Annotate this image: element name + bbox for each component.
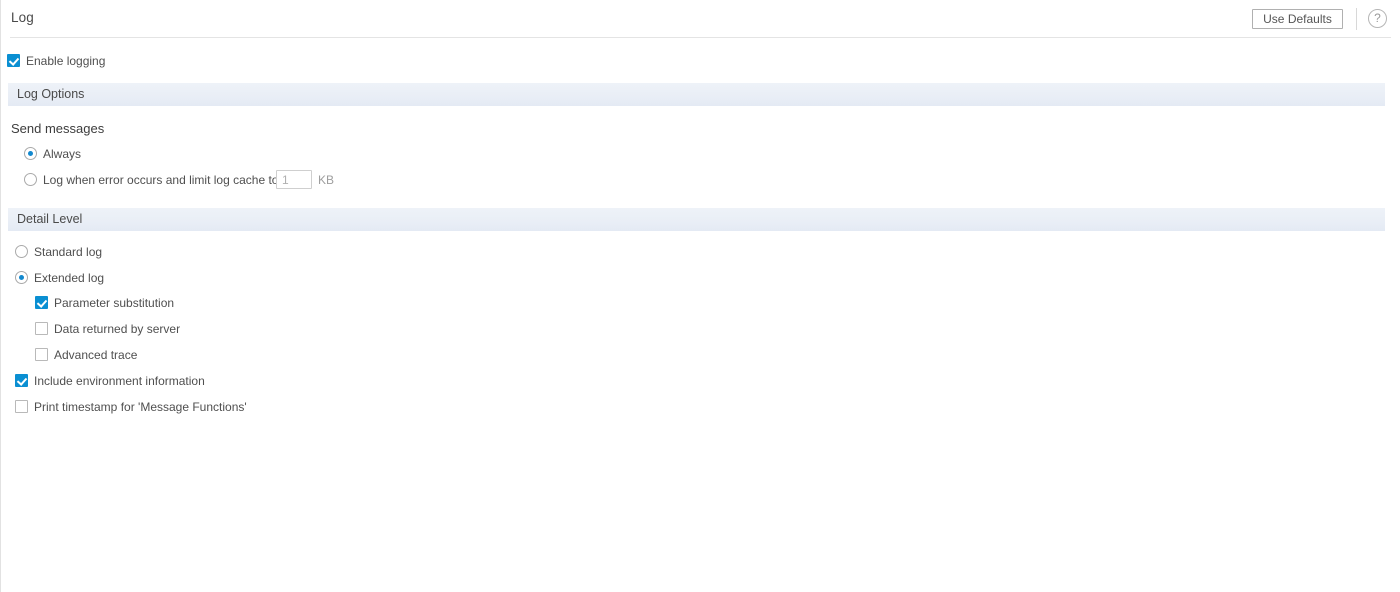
header-separator [10,37,1391,38]
checkbox-data-returned-by-server-label: Data returned by server [54,322,181,336]
checkbox-advanced-trace-label: Advanced trace [54,348,138,362]
radio-extended-log-label: Extended log [34,271,105,285]
section-bar-log-options: Log Options [8,83,1385,106]
radio-send-always[interactable] [24,147,37,160]
radio-send-always-label: Always [43,147,82,161]
log-settings-panel: Log Use Defaults ? Enable logging Log Op… [0,0,1400,592]
section-title-log-options: Log Options [17,87,85,101]
log-cache-size-input[interactable] [276,170,312,189]
header-divider [1356,8,1357,30]
radio-send-on-error[interactable] [24,173,37,186]
panel-header: Log Use Defaults ? [0,0,1400,38]
enable-logging-label: Enable logging [26,54,106,68]
checkbox-parameter-substitution-label: Parameter substitution [54,296,175,310]
enable-logging-checkbox[interactable] [7,54,20,67]
use-defaults-button[interactable]: Use Defaults [1252,9,1343,29]
checkbox-print-timestamp[interactable] [15,400,28,413]
radio-standard-log-label: Standard log [34,245,103,259]
radio-extended-log[interactable] [15,271,28,284]
checkbox-include-environment-information-label: Include environment information [34,374,205,388]
panel-left-border [0,0,1,592]
checkbox-data-returned-by-server[interactable] [35,322,48,335]
help-icon[interactable]: ? [1368,9,1387,28]
checkbox-include-environment-information[interactable] [15,374,28,387]
send-messages-heading: Send messages [11,121,105,136]
log-cache-unit-label: KB [318,173,335,187]
radio-send-on-error-label: Log when error occurs and limit log cach… [43,173,279,187]
section-title-detail-level: Detail Level [17,212,83,226]
radio-standard-log[interactable] [15,245,28,258]
checkbox-advanced-trace[interactable] [35,348,48,361]
page-title: Log [11,10,34,25]
checkbox-parameter-substitution[interactable] [35,296,48,309]
checkbox-print-timestamp-label: Print timestamp for 'Message Functions' [34,400,247,414]
section-bar-detail-level: Detail Level [8,208,1385,231]
